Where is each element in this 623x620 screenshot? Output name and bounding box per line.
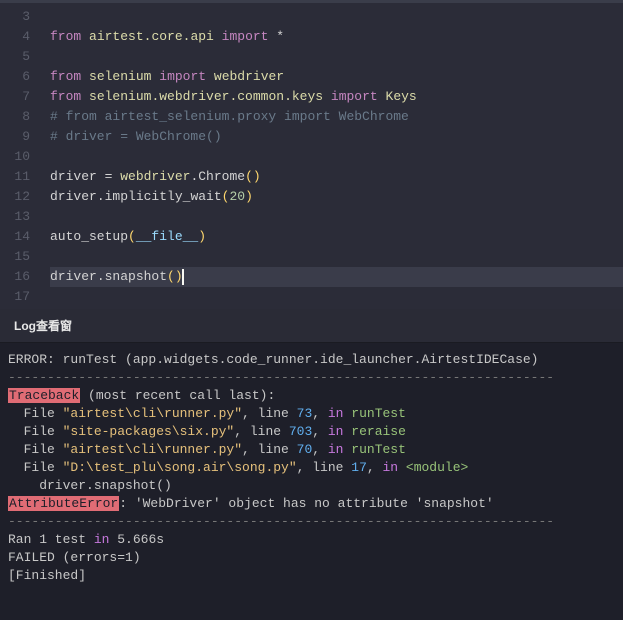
frame-file: "site-packages\six.py" [63, 424, 235, 439]
code-line[interactable] [50, 207, 623, 227]
log-line: [Finished] [8, 567, 615, 585]
line-number: 9 [0, 127, 30, 147]
line-number: 5 [0, 47, 30, 67]
frame-in-kw: in [328, 406, 344, 421]
frame-line: 17 [351, 460, 367, 475]
frame-func: <module> [406, 460, 468, 475]
code-line[interactable] [50, 147, 623, 167]
code-line[interactable] [50, 247, 623, 267]
frame-line: 703 [289, 424, 312, 439]
frame-file: "airtest\cli\runner.py" [63, 406, 242, 421]
log-line: driver.snapshot() [8, 477, 615, 495]
log-line: ERROR: runTest (app.widgets.code_runner.… [8, 351, 615, 369]
code-line[interactable]: from airtest.core.api import * [50, 27, 623, 47]
code-line[interactable] [50, 7, 623, 27]
frame-func: runTest [351, 406, 406, 421]
log-line: File "airtest\cli\runner.py", line 73, i… [8, 405, 615, 423]
frame-line: 70 [297, 442, 313, 457]
code-line[interactable]: from selenium.webdriver.common.keys impo… [50, 87, 623, 107]
line-number: 11 [0, 167, 30, 187]
log-line: File "site-packages\six.py", line 703, i… [8, 423, 615, 441]
log-line: ----------------------------------------… [8, 513, 615, 531]
log-line: File "D:\test_plu\song.air\song.py", lin… [8, 459, 615, 477]
frame-in-kw: in [328, 424, 344, 439]
log-line: File "airtest\cli\runner.py", line 70, i… [8, 441, 615, 459]
code-area[interactable]: from airtest.core.api import * from selen… [40, 3, 623, 309]
line-number: 10 [0, 147, 30, 167]
cursor [182, 269, 184, 285]
line-number: 14 [0, 227, 30, 247]
code-line[interactable] [50, 47, 623, 67]
frame-line: 73 [297, 406, 313, 421]
line-number: 16 [0, 267, 30, 287]
line-number: 6 [0, 67, 30, 87]
code-line[interactable]: driver = webdriver.Chrome() [50, 167, 623, 187]
code-line[interactable]: # from airtest_selenium.proxy import Web… [50, 107, 623, 127]
frame-file: "airtest\cli\runner.py" [63, 442, 242, 457]
frame-code: driver.snapshot() [8, 478, 172, 493]
frame-file: "D:\test_plu\song.air\song.py" [63, 460, 297, 475]
line-number: 15 [0, 247, 30, 267]
log-panel-title: Log查看窗 [14, 319, 72, 333]
traceback-label: Traceback [8, 388, 80, 403]
log-finished: [Finished] [8, 568, 86, 583]
line-number: 13 [0, 207, 30, 227]
line-number: 12 [0, 187, 30, 207]
frame-func: reraise [351, 424, 406, 439]
line-number: 3 [0, 7, 30, 27]
code-line[interactable]: driver.snapshot() [50, 267, 623, 287]
code-line[interactable] [50, 287, 623, 307]
editor-tab-indicator [0, 0, 623, 1]
code-line[interactable]: auto_setup(__file__) [50, 227, 623, 247]
log-line: FAILED (errors=1) [8, 549, 615, 567]
line-number: 4 [0, 27, 30, 47]
code-editor[interactable]: 34567891011121314151617 from airtest.cor… [0, 1, 623, 309]
log-output[interactable]: ERROR: runTest (app.widgets.code_runner.… [0, 343, 623, 620]
log-panel-header: Log查看窗 [0, 309, 623, 343]
log-line: Ran 1 test in 5.666s [8, 531, 615, 549]
line-number: 8 [0, 107, 30, 127]
log-line: ----------------------------------------… [8, 369, 615, 387]
attribute-error-label: AttributeError [8, 496, 119, 511]
log-error: ERROR: runTest (app.widgets.code_runner.… [8, 352, 539, 367]
log-failed: FAILED (errors=1) [8, 550, 141, 565]
log-line: Traceback (most recent call last): [8, 387, 615, 405]
code-line[interactable]: # driver = WebChrome() [50, 127, 623, 147]
code-line[interactable]: from selenium import webdriver [50, 67, 623, 87]
code-line[interactable]: driver.implicitly_wait(20) [50, 187, 623, 207]
line-number: 7 [0, 87, 30, 107]
line-gutter: 34567891011121314151617 [0, 3, 40, 309]
frame-in-kw: in [382, 460, 398, 475]
frame-func: runTest [351, 442, 406, 457]
log-line: AttributeError: 'WebDriver' object has n… [8, 495, 615, 513]
frame-in-kw: in [328, 442, 344, 457]
line-number: 17 [0, 287, 30, 307]
